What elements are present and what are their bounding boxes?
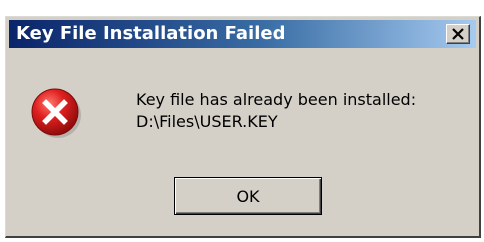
title-bar[interactable]: Key File Installation Failed: [9, 20, 476, 48]
close-icon: [452, 28, 464, 40]
window-title: Key File Installation Failed: [16, 23, 286, 44]
message-line-2: D:\Files\USER.KEY: [136, 112, 278, 131]
error-icon: [31, 88, 81, 138]
close-button[interactable]: [446, 24, 470, 44]
ok-button[interactable]: OK: [174, 177, 322, 215]
message-text: Key file has already been installed: D:\…: [136, 89, 416, 133]
message-line-1: Key file has already been installed:: [136, 90, 417, 109]
ok-button-label: OK: [236, 186, 260, 206]
error-dialog: Key File Installation Failed Key file ha…: [5, 16, 481, 238]
